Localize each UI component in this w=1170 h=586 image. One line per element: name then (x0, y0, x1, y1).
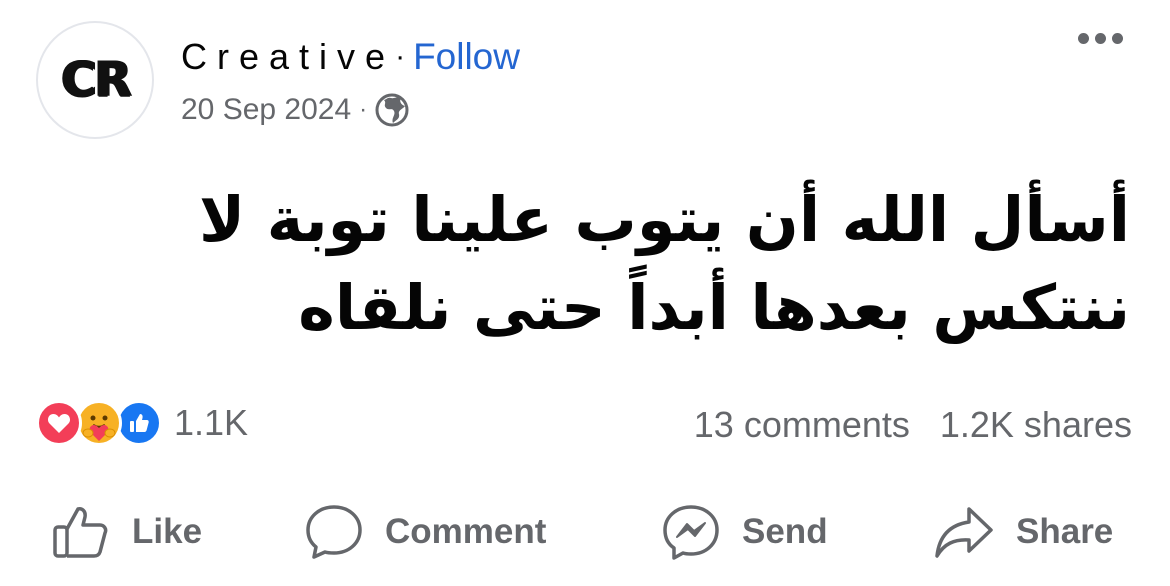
page-avatar[interactable]: CR (36, 21, 154, 139)
share-icon (934, 503, 994, 561)
like-icon (52, 503, 110, 561)
reactions-summary[interactable]: 1.1K (36, 400, 248, 446)
name-separator: · (395, 40, 406, 73)
post-meta: 20 Sep 2024 · (181, 90, 409, 130)
meta-separator: · (359, 96, 368, 123)
reaction-count[interactable]: 1.1K (174, 402, 248, 444)
more-options-icon[interactable] (1078, 33, 1123, 44)
love-reaction-icon (36, 400, 82, 446)
share-button[interactable]: Share (934, 500, 1113, 564)
comment-icon (305, 503, 363, 561)
comments-count[interactable]: 13 comments (694, 404, 910, 446)
share-label: Share (1016, 512, 1114, 551)
engagement-stats: 13 comments 1.2K shares (694, 404, 1132, 446)
send-button[interactable]: Send (662, 500, 828, 564)
post-text-line: ننتكس بعدها أبداً حتى نلقاه (298, 271, 1130, 344)
shares-count[interactable]: 1.2K shares (940, 404, 1132, 446)
page-name[interactable]: Creative (181, 36, 395, 78)
post-date[interactable]: 20 Sep 2024 (181, 93, 351, 127)
post-text-line: أسأل الله أن يتوب علينا توبة لا (199, 183, 1130, 256)
post-header: Creative · Follow (181, 34, 520, 80)
send-label: Send (742, 512, 828, 551)
post-text: أسأل الله أن يتوب علينا توبة لا ننتكس بع… (170, 176, 1130, 352)
follow-button[interactable]: Follow (413, 36, 520, 78)
messenger-icon (662, 503, 720, 561)
like-button[interactable]: Like (52, 500, 202, 564)
comment-button[interactable]: Comment (305, 500, 546, 564)
globe-icon[interactable] (375, 93, 409, 127)
like-reaction-icon (116, 400, 162, 446)
care-reaction-icon (76, 400, 122, 446)
avatar-text: CR (60, 52, 131, 108)
comment-label: Comment (385, 512, 547, 551)
like-label: Like (132, 512, 203, 551)
